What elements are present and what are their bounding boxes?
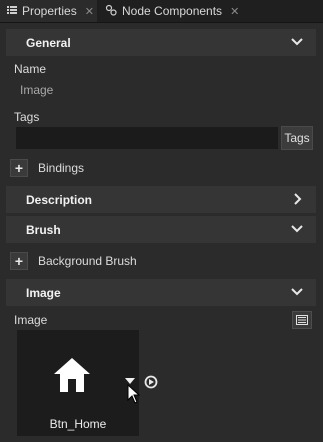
image-property-label: Image bbox=[14, 313, 48, 327]
section-title: General bbox=[26, 35, 71, 50]
background-brush-label: Background Brush bbox=[38, 254, 137, 268]
section-title: Brush bbox=[26, 222, 61, 237]
home-icon bbox=[54, 358, 90, 392]
bindings-label: Bindings bbox=[38, 161, 85, 175]
tab-node-components[interactable]: Node Components ✕ bbox=[98, 0, 248, 22]
image-browse-icon bbox=[296, 315, 308, 325]
chevron-right-icon bbox=[294, 193, 302, 205]
plus-icon: + bbox=[14, 253, 24, 269]
add-background-brush-button[interactable]: + bbox=[10, 252, 28, 270]
tab-properties-label: Properties bbox=[22, 4, 77, 18]
mouse-cursor-icon bbox=[127, 384, 141, 404]
list-icon bbox=[7, 4, 17, 18]
tab-properties[interactable]: Properties ✕ bbox=[0, 0, 97, 22]
plus-icon: + bbox=[14, 160, 24, 176]
tab-bar: Properties ✕ Node Components ✕ bbox=[0, 0, 323, 23]
image-asset-thumbnail[interactable]: Btn_Home bbox=[17, 330, 139, 436]
tags-label: Tags bbox=[14, 110, 40, 124]
browse-asset-button[interactable] bbox=[292, 311, 312, 329]
tab-node-components-label: Node Components bbox=[122, 4, 223, 18]
section-title: Description bbox=[26, 192, 93, 207]
node-components-icon bbox=[105, 4, 117, 19]
add-binding-button[interactable]: + bbox=[10, 159, 28, 177]
section-general-header[interactable]: General bbox=[6, 29, 316, 56]
section-title: Image bbox=[26, 285, 61, 300]
chevron-down-icon bbox=[291, 288, 303, 296]
name-label: Name bbox=[14, 62, 47, 76]
tags-button[interactable]: Tags bbox=[281, 126, 313, 150]
section-brush-header[interactable]: Brush bbox=[6, 216, 316, 243]
section-image-header[interactable]: Image bbox=[6, 279, 316, 306]
close-icon[interactable]: ✕ bbox=[230, 5, 239, 18]
close-icon[interactable]: ✕ bbox=[85, 5, 94, 18]
name-value[interactable]: Image bbox=[20, 83, 53, 97]
tags-input[interactable] bbox=[16, 127, 278, 149]
section-description-header[interactable]: Description bbox=[6, 186, 316, 213]
chevron-down-icon bbox=[291, 225, 303, 233]
reset-icon[interactable] bbox=[143, 374, 159, 390]
chevron-down-icon bbox=[291, 38, 303, 46]
asset-name: Btn_Home bbox=[49, 417, 107, 431]
